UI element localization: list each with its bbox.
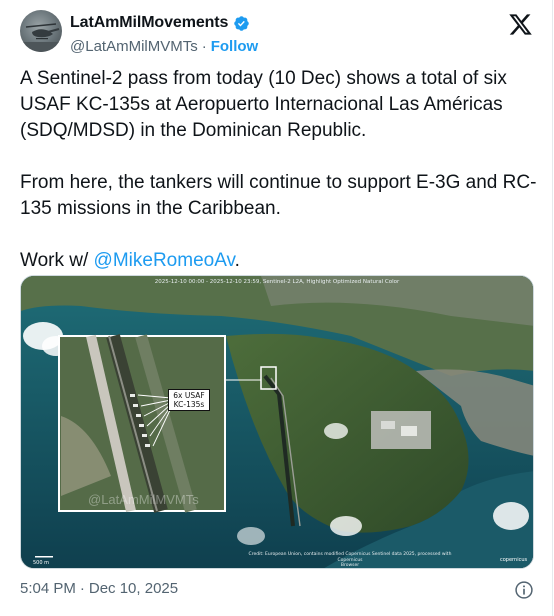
timestamp-separator: · (79, 580, 85, 597)
image-credit-line-2: Browser (340, 563, 360, 568)
handle-separator: · (201, 38, 207, 55)
author-display-name[interactable]: LatAmMilMovements (70, 14, 228, 32)
tweet-paragraph-3: Work w/ @MikeRomeoAv. (20, 248, 540, 274)
satellite-image-graphic (21, 276, 533, 568)
x-logo-icon[interactable] (508, 12, 533, 37)
tweet-paragraph-2: From here, the tankers will continue to … (20, 172, 537, 219)
tweet-card: LatAmMilMovements @LatAmMilMVMTs · Follo… (0, 0, 553, 616)
tweet-timestamp[interactable]: 5:04 PM · Dec 10, 2025 (20, 580, 178, 597)
avatar[interactable] (20, 10, 62, 52)
tweet-date: Dec 10, 2025 (88, 580, 179, 597)
credit-suffix: . (234, 250, 240, 271)
image-credit: Credit: European Union, contains modifie… (240, 552, 460, 569)
avatar-helicopter-image (20, 23, 62, 52)
tweet-paragraph-1: A Sentinel-2 pass from today (10 Dec) sh… (20, 68, 507, 141)
verified-badge-icon (234, 15, 250, 31)
mention-link[interactable]: @MikeRomeoAv (94, 250, 235, 271)
author-handle[interactable]: @LatAmMilMVMTs (70, 38, 198, 55)
follow-button[interactable]: Follow (211, 38, 259, 55)
callout-line-1: 6x USAF (173, 391, 205, 400)
callout-line-2: KC-135s (173, 400, 205, 409)
scale-label: 500 m (33, 560, 50, 566)
info-icon[interactable] (514, 580, 534, 600)
satellite-image[interactable] (20, 275, 534, 569)
author-name-row: LatAmMilMovements (70, 14, 250, 32)
tweet-time: 5:04 PM (20, 580, 76, 597)
image-credit-line-1: Credit: European Union, contains modifie… (248, 552, 452, 563)
credit-prefix: Work w/ (20, 250, 94, 271)
tweet-text: A Sentinel-2 pass from today (10 Dec) sh… (20, 66, 540, 274)
author-handle-row: @LatAmMilMVMTs · Follow (70, 38, 258, 55)
image-caption: 2025-12-10 00:00 - 2025-12-10 23:59, Sen… (154, 279, 400, 285)
callout-label: 6x USAF KC-135s (168, 389, 210, 411)
image-watermark: @LatAmMilMVMTs (88, 492, 199, 507)
copernicus-logo: copernicus (500, 557, 528, 563)
